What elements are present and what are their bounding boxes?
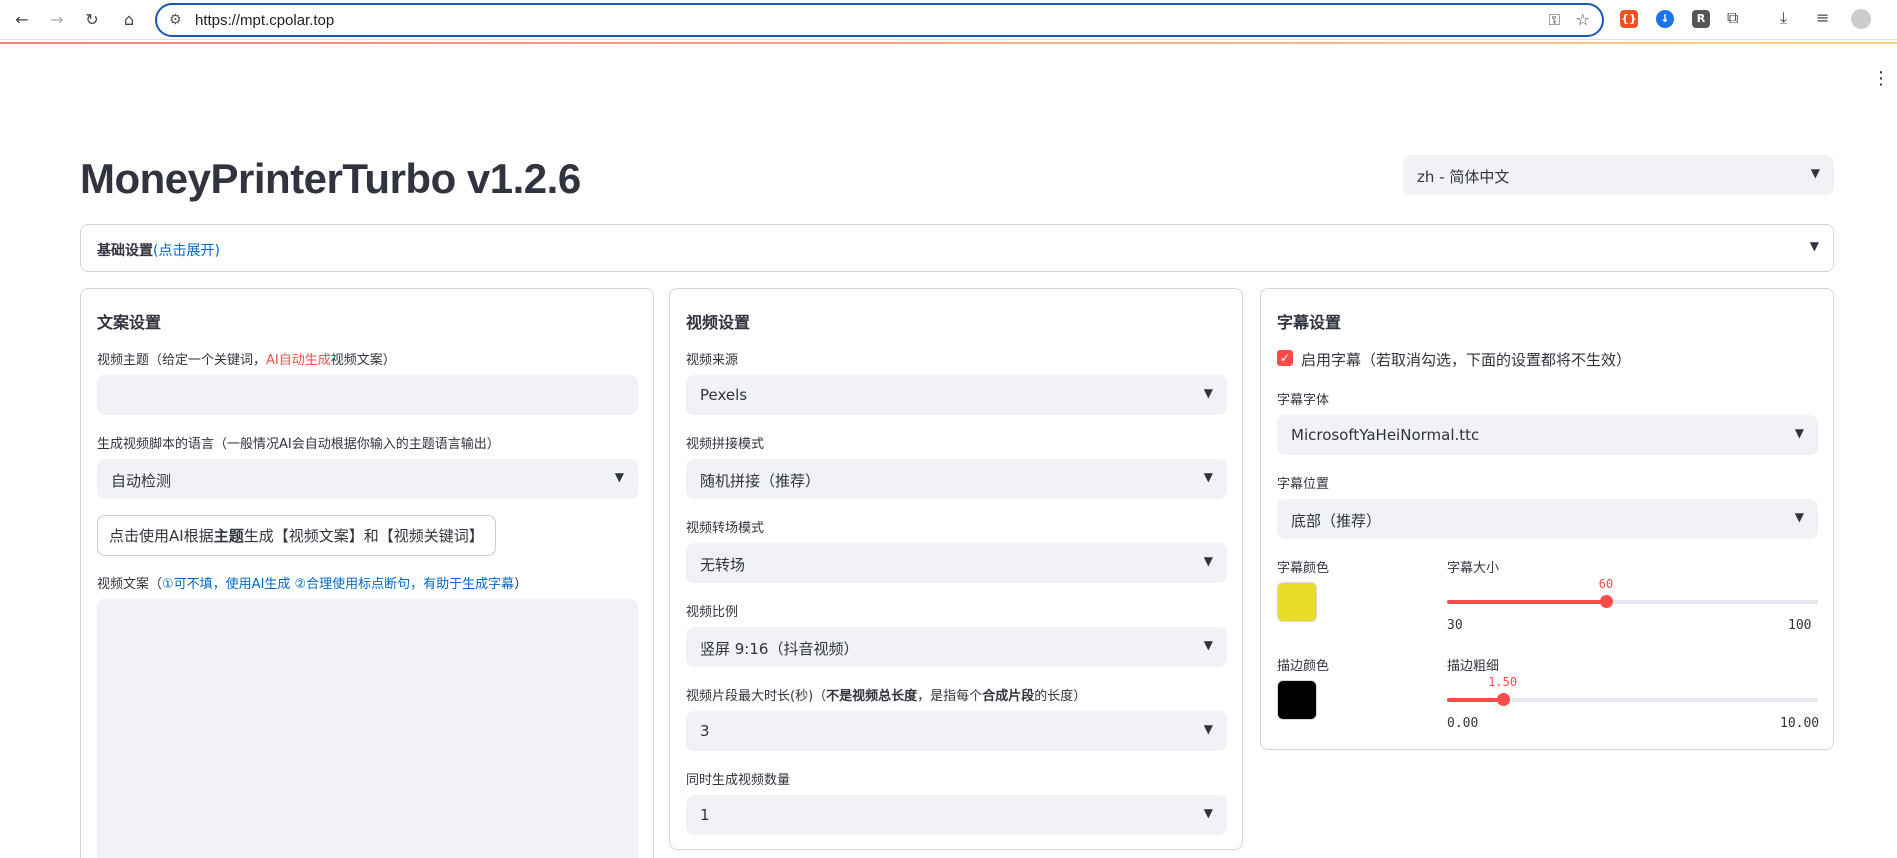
transition-mode-select[interactable]: 无转场 ▼ bbox=[686, 543, 1227, 583]
transition-mode-value: 无转场 bbox=[700, 556, 746, 574]
reading-list-icon[interactable]: ≡ bbox=[1816, 8, 1829, 27]
slider-min: 30 bbox=[1447, 618, 1463, 633]
home-icon[interactable]: ⌂ bbox=[118, 9, 140, 31]
slider-thumb[interactable] bbox=[1600, 595, 1613, 608]
concat-mode-select[interactable]: 随机拼接（推荐） ▼ bbox=[686, 459, 1227, 499]
extensions-puzzle-icon[interactable]: ⧉ bbox=[1727, 8, 1738, 28]
subtitle-size-slider[interactable]: 60 bbox=[1447, 577, 1818, 608]
subtitle-position-value: 底部（推荐） bbox=[1291, 512, 1382, 530]
stroke-width-slider[interactable]: 1.50 bbox=[1447, 675, 1818, 706]
page-title: MoneyPrinterTurbo v1.2.6 bbox=[80, 155, 581, 202]
clip-duration-value: 3 bbox=[700, 722, 710, 740]
slider-value: 60 bbox=[1598, 577, 1614, 591]
concat-mode-value: 随机拼接（推荐） bbox=[700, 472, 821, 490]
video-script-label: 视频文案（①可不填，使用AI生成 ②合理使用标点断句，有助于生成字幕） bbox=[97, 577, 528, 592]
chevron-down-icon: ▼ bbox=[1203, 554, 1213, 568]
app-menu-icon[interactable]: ⋮ bbox=[1872, 68, 1890, 89]
chevron-down-icon: ▼ bbox=[1794, 510, 1804, 524]
panel-title: 文案设置 bbox=[97, 313, 162, 332]
reload-icon[interactable]: ↻ bbox=[81, 9, 103, 31]
chevron-down-icon: ▼ bbox=[614, 470, 624, 484]
chevron-down-icon: ▼ bbox=[1203, 470, 1213, 484]
subtitle-position-select[interactable]: 底部（推荐） ▼ bbox=[1277, 499, 1818, 539]
enable-subtitle-checkbox[interactable]: ✓ bbox=[1277, 350, 1293, 366]
basic-settings-label: 基础设置(点击展开) bbox=[97, 243, 220, 259]
transition-mode-label: 视频转场模式 bbox=[686, 521, 765, 536]
slider-max: 10.00 bbox=[1780, 716, 1820, 731]
site-info-icon[interactable]: ⚙ bbox=[169, 12, 182, 28]
download-icon[interactable]: ⤓ bbox=[1780, 8, 1787, 28]
address-bar[interactable]: ⚙ https://mpt.cpolar.top ⚿ ☆ bbox=[155, 3, 1604, 37]
panel-title: 视频设置 bbox=[686, 313, 751, 332]
video-script-textarea[interactable] bbox=[97, 599, 638, 858]
subtitle-font-select[interactable]: MicrosoftYaHeiNormal.ttc ▼ bbox=[1277, 415, 1818, 455]
video-count-label: 同时生成视频数量 bbox=[686, 773, 791, 788]
extension-icon-1[interactable]: {} bbox=[1620, 10, 1638, 28]
url-text[interactable]: https://mpt.cpolar.top bbox=[195, 12, 334, 29]
chevron-down-icon: ▼ bbox=[1810, 166, 1820, 180]
password-key-icon[interactable]: ⚿ bbox=[1549, 11, 1560, 29]
subtitle-size-label: 字幕大小 bbox=[1447, 561, 1500, 576]
slider-fill bbox=[1447, 698, 1503, 702]
chevron-down-icon: ▼ bbox=[1203, 806, 1213, 820]
subtitle-position-label: 字幕位置 bbox=[1277, 477, 1330, 492]
video-source-value: Pexels bbox=[700, 386, 748, 404]
page-load-bar bbox=[0, 42, 1897, 44]
forward-icon[interactable]: → bbox=[46, 9, 68, 31]
extension-icon-r[interactable]: R bbox=[1692, 10, 1710, 28]
slider-value: 1.50 bbox=[1488, 675, 1518, 689]
video-source-label: 视频来源 bbox=[686, 353, 739, 368]
basic-settings-expander[interactable]: 基础设置(点击展开) ▼ bbox=[80, 224, 1834, 272]
chevron-down-icon: ▼ bbox=[1794, 426, 1804, 440]
browser-toolbar: ← → ↻ ⌂ ⚙ https://mpt.cpolar.top ⚿ ☆ {} … bbox=[0, 0, 1897, 40]
subtitle-settings-panel: 字幕设置 ✓ 启用字幕（若取消勾选，下面的设置都将不生效） 字幕字体 Micro… bbox=[1260, 288, 1834, 750]
slider-thumb[interactable] bbox=[1496, 693, 1510, 706]
topic-input[interactable] bbox=[97, 375, 638, 415]
video-count-value: 1 bbox=[700, 806, 710, 824]
profile-avatar-icon[interactable] bbox=[1851, 9, 1871, 29]
chevron-down-icon: ▼ bbox=[1203, 386, 1213, 400]
chevron-down-icon: ▼ bbox=[1203, 638, 1213, 652]
concat-mode-label: 视频拼接模式 bbox=[686, 437, 765, 452]
slider-min: 0.00 bbox=[1447, 716, 1479, 731]
topic-label: 视频主题（给定一个关键词，AI自动生成视频文案） bbox=[97, 353, 396, 368]
stroke-color-picker[interactable] bbox=[1277, 680, 1317, 720]
video-settings-panel: 视频设置 视频来源 Pexels ▼ 视频拼接模式 随机拼接（推荐） ▼ 视频转… bbox=[669, 288, 1243, 850]
stroke-width-label: 描边粗细 bbox=[1447, 659, 1500, 674]
subtitle-color-label: 字幕颜色 bbox=[1277, 561, 1330, 576]
slider-fill bbox=[1447, 600, 1606, 604]
enable-subtitle-label: 启用字幕（若取消勾选，下面的设置都将不生效） bbox=[1301, 351, 1632, 369]
bookmark-star-icon[interactable]: ☆ bbox=[1576, 10, 1590, 29]
subtitle-color-picker[interactable] bbox=[1277, 582, 1317, 622]
aspect-ratio-label: 视频比例 bbox=[686, 605, 739, 620]
video-source-select[interactable]: Pexels ▼ bbox=[686, 375, 1227, 415]
subtitle-font-label: 字幕字体 bbox=[1277, 393, 1330, 408]
script-language-select[interactable]: 自动检测 ▼ bbox=[97, 459, 638, 499]
generate-script-button[interactable]: 点击使用AI根据主题生成【视频文案】和【视频关键词】 bbox=[97, 515, 496, 556]
stroke-color-label: 描边颜色 bbox=[1277, 659, 1330, 674]
back-icon[interactable]: ← bbox=[11, 9, 33, 31]
slider-max: 100 bbox=[1788, 618, 1812, 633]
chevron-down-icon: ▼ bbox=[1203, 722, 1213, 736]
video-count-select[interactable]: 1 ▼ bbox=[686, 795, 1227, 835]
clip-duration-label: 视频片段最大时长(秒)（不是视频总长度，是指每个合成片段的长度） bbox=[686, 689, 1087, 704]
script-language-value: 自动检测 bbox=[111, 472, 172, 490]
aspect-ratio-value: 竖屏 9:16（抖音视频） bbox=[700, 640, 859, 658]
language-select[interactable]: zh - 简体中文 ▼ bbox=[1403, 155, 1834, 195]
aspect-ratio-select[interactable]: 竖屏 9:16（抖音视频） ▼ bbox=[686, 627, 1227, 667]
panel-title: 字幕设置 bbox=[1277, 313, 1342, 332]
subtitle-font-value: MicrosoftYaHeiNormal.ttc bbox=[1291, 426, 1480, 444]
language-select-value: zh - 简体中文 bbox=[1417, 168, 1510, 186]
script-settings-panel: 文案设置 视频主题（给定一个关键词，AI自动生成视频文案） 生成视频脚本的语言（… bbox=[80, 288, 654, 858]
chevron-down-icon: ▼ bbox=[1809, 239, 1819, 253]
clip-duration-select[interactable]: 3 ▼ bbox=[686, 711, 1227, 751]
script-language-label: 生成视频脚本的语言（一般情况AI会自动根据你输入的主题语言输出） bbox=[97, 437, 500, 452]
extension-icon-2[interactable]: ↓ bbox=[1656, 10, 1674, 28]
